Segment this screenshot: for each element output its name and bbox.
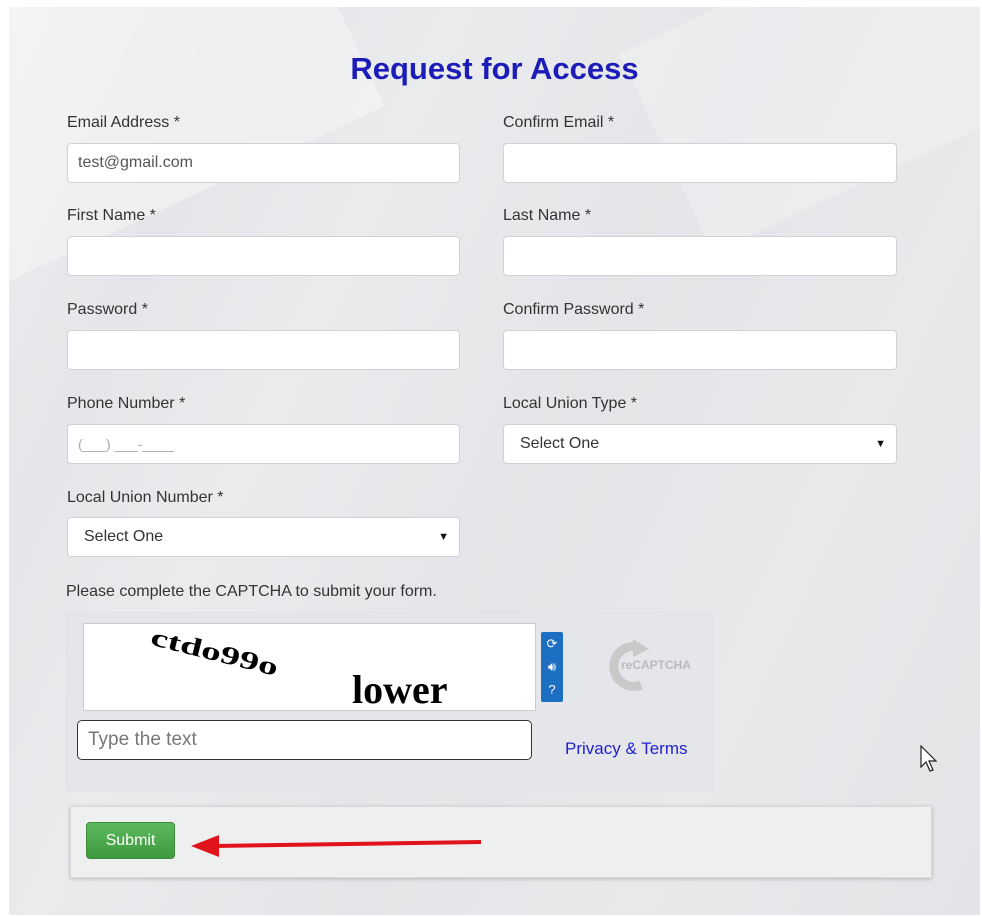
refresh-icon[interactable]: ⟳	[541, 632, 563, 655]
submit-bar: Submit	[70, 806, 932, 878]
captcha-distorted-word: ctdo99o	[148, 624, 281, 682]
first-name-label: First Name *	[67, 207, 156, 224]
recaptcha-brand: reCAPTCHA	[621, 658, 692, 672]
phone-label: Phone Number *	[67, 395, 186, 412]
phone-field[interactable]: (___) ___-____	[67, 424, 460, 464]
last-name-label: Last Name *	[503, 207, 592, 224]
confirm-password-label: Confirm Password *	[503, 301, 645, 318]
chevron-down-icon: ▼	[875, 438, 886, 450]
help-icon[interactable]: ?	[541, 678, 563, 701]
first-name-field[interactable]	[67, 236, 460, 276]
captcha-input[interactable]: Type the text	[77, 720, 532, 760]
privacy-terms-link[interactable]: Privacy & Terms	[565, 739, 688, 759]
password-label: Password *	[67, 301, 148, 318]
last-name-field[interactable]	[503, 236, 897, 276]
page-title: Request for Access	[350, 51, 639, 86]
audio-icon[interactable]: 🔊︎	[541, 655, 563, 678]
local-union-type-select[interactable]: Select One ▼	[503, 424, 897, 464]
confirm-email-label: Confirm Email *	[503, 114, 615, 131]
local-union-type-value: Select One	[520, 435, 600, 452]
local-union-number-select[interactable]: Select One ▼	[67, 517, 460, 557]
captcha-controls: ⟳ 🔊︎ ?	[541, 632, 563, 702]
password-field[interactable]	[67, 330, 460, 370]
confirm-email-field[interactable]	[503, 143, 897, 183]
captcha-word-2: lower	[352, 667, 448, 712]
recaptcha-widget: ctdo99o lower ⟳ 🔊︎ ? reCAPTCHA Type the …	[66, 612, 714, 792]
local-union-number-value: Select One	[84, 528, 164, 545]
captcha-note: Please complete the CAPTCHA to submit yo…	[66, 583, 437, 600]
chevron-down-icon: ▼	[438, 531, 449, 543]
local-union-number-label: Local Union Number *	[67, 489, 224, 506]
local-union-type-label: Local Union Type *	[503, 395, 638, 412]
mouse-cursor-icon	[920, 745, 938, 772]
confirm-password-field[interactable]	[503, 330, 897, 370]
captcha-image: ctdo99o lower	[83, 623, 536, 712]
email-label: Email Address *	[67, 114, 180, 131]
captcha-word-1: ctdo99o	[148, 624, 281, 682]
email-field[interactable]: test@gmail.com	[67, 143, 460, 183]
recaptcha-logo: reCAPTCHA	[597, 639, 707, 691]
annotation-arrow	[191, 835, 482, 857]
submit-button[interactable]: Submit	[86, 822, 175, 859]
form-panel: Request for Access Email Address * test@…	[9, 7, 980, 915]
